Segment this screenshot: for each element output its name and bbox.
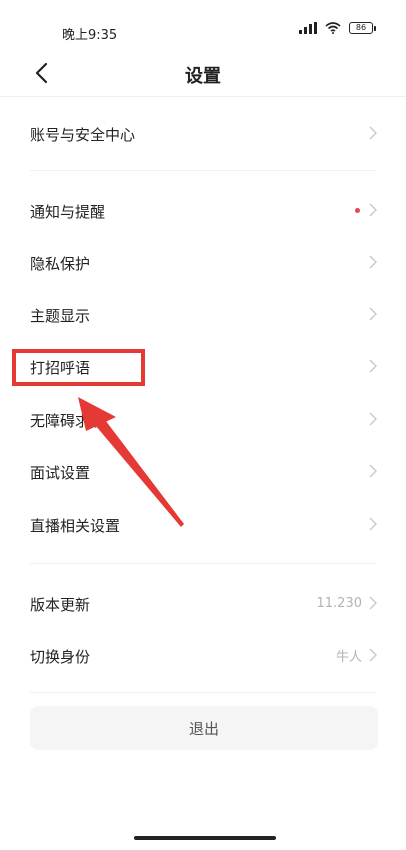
logout-label: 退出 <box>188 719 219 738</box>
chevron-right-icon <box>369 412 377 426</box>
identity-value: 牛人 <box>335 649 362 665</box>
section-divider <box>30 170 376 171</box>
status-time: 晚上9:35 <box>62 28 118 43</box>
logout-button[interactable]: 退出 <box>30 706 378 750</box>
chevron-right-icon <box>369 464 377 478</box>
section-divider <box>30 692 376 693</box>
settings-row-privacy[interactable]: 隐私保护 <box>0 237 406 289</box>
highlight-box <box>12 349 145 386</box>
wifi-icon <box>325 22 341 34</box>
page-title: 设置 <box>185 66 221 87</box>
row-label: 切换身份 <box>30 648 91 666</box>
row-label: 版本更新 <box>30 596 91 614</box>
row-label: 无障碍求职 <box>30 412 106 430</box>
chevron-right-icon <box>369 307 377 321</box>
nav-bar: 设置 <box>0 52 406 96</box>
header-divider <box>0 96 406 97</box>
chevron-right-icon <box>369 517 377 531</box>
version-value: 11.230 <box>316 595 363 611</box>
settings-row-account-security[interactable]: 账号与安全中心 <box>0 108 406 160</box>
status-icons: 86 <box>299 22 376 34</box>
chevron-right-icon <box>369 203 377 217</box>
row-label: 直播相关设置 <box>30 517 121 535</box>
battery-level: 86 <box>349 22 373 34</box>
settings-row-accessibility[interactable]: 无障碍求职 <box>0 394 406 446</box>
settings-row-live[interactable]: 直播相关设置 <box>0 499 406 551</box>
settings-row-interview[interactable]: 面试设置 <box>0 446 406 498</box>
settings-row-version[interactable]: 版本更新 11.230 <box>0 578 406 630</box>
chevron-right-icon <box>369 255 377 269</box>
row-label: 面试设置 <box>30 464 91 482</box>
chevron-right-icon <box>369 126 377 140</box>
home-indicator <box>134 836 276 840</box>
notification-dot <box>355 207 360 213</box>
row-label: 隐私保护 <box>30 255 91 273</box>
chevron-right-icon <box>369 596 377 610</box>
battery-icon: 86 <box>349 22 376 34</box>
settings-row-notifications[interactable]: 通知与提醒 <box>0 185 406 237</box>
row-label: 账号与安全中心 <box>30 126 136 144</box>
chevron-right-icon <box>369 359 377 373</box>
row-label: 主题显示 <box>30 307 91 325</box>
row-label: 通知与提醒 <box>30 203 106 221</box>
section-divider <box>30 563 376 564</box>
signal-icon <box>299 22 317 34</box>
status-bar: 晚上9:35 86 <box>0 0 406 52</box>
settings-row-theme[interactable]: 主题显示 <box>0 289 406 341</box>
chevron-right-icon <box>369 648 377 662</box>
settings-row-switch-identity[interactable]: 切换身份 牛人 <box>0 630 406 682</box>
